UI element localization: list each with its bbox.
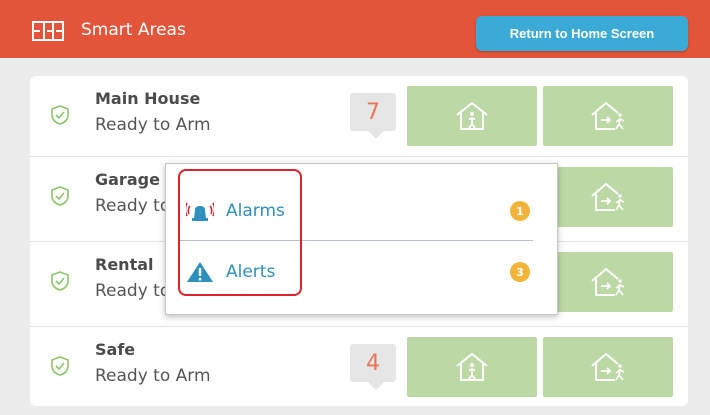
return-home-button[interactable]: Return to Home Screen: [476, 16, 688, 51]
house-away-icon: [591, 267, 625, 296]
arm-away-button[interactable]: [543, 252, 673, 312]
page-title: Smart Areas: [81, 20, 186, 40]
area-name: Main House: [95, 89, 201, 108]
house-stay-icon: [456, 101, 488, 130]
arm-stay-button[interactable]: [407, 86, 537, 146]
house-away-icon: [591, 101, 625, 130]
arm-away-button[interactable]: [543, 86, 673, 146]
shield-check-icon: [51, 271, 69, 291]
area-status: Ready to Arm: [95, 115, 211, 135]
area-row-safe[interactable]: Safe Ready to Arm 4: [30, 326, 688, 407]
count-badge: 3: [510, 262, 530, 282]
area-name: Garage: [95, 170, 160, 189]
area-name: Safe: [95, 340, 136, 359]
house-stay-icon: [456, 352, 488, 381]
shield-check-icon: [51, 105, 69, 125]
highlight-outline: [178, 169, 302, 296]
house-away-icon: [591, 352, 625, 381]
arm-away-button[interactable]: [543, 337, 673, 397]
arm-away-button[interactable]: [543, 167, 673, 227]
top-bar: Smart Areas Return to Home Screen: [0, 0, 710, 58]
count-badge: 1: [510, 201, 530, 221]
area-row-main-house[interactable]: Main House Ready to Arm 7: [30, 76, 688, 156]
area-name: Rental: [95, 255, 154, 274]
event-count-badge[interactable]: 7: [350, 93, 396, 139]
shield-check-icon: [51, 186, 69, 206]
event-count-badge[interactable]: 4: [350, 344, 396, 390]
floorplan-icon: [32, 21, 64, 41]
area-status: Ready to Arm: [95, 366, 211, 386]
house-away-icon: [591, 182, 625, 211]
arm-stay-button[interactable]: [407, 337, 537, 397]
shield-check-icon: [51, 356, 69, 376]
